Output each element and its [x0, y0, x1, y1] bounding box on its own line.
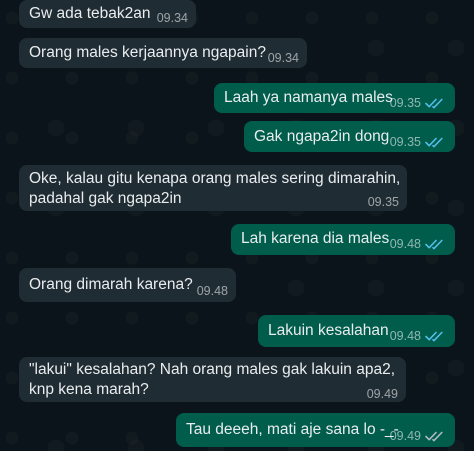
message-outgoing[interactable]: Lakuin kesalahan 09.48 — [258, 315, 455, 347]
read-ticks-icon — [425, 137, 443, 148]
message-outgoing[interactable]: Laah ya namanya males 09.35 — [214, 83, 455, 113]
message-time: 09.35 — [367, 195, 399, 209]
read-ticks-icon — [425, 331, 443, 342]
delivered-ticks-icon — [425, 431, 443, 442]
message-meta: 09.49 — [367, 384, 398, 404]
read-ticks-icon — [425, 239, 443, 250]
message-meta: 09.35 — [390, 93, 447, 113]
message-time: 09.48 — [196, 284, 228, 298]
message-incoming[interactable]: Orang dimarah karena? 09.48 — [19, 268, 236, 302]
message-meta: 09.48 — [390, 326, 447, 346]
message-meta: 09.49 — [390, 426, 447, 446]
message-time: 09.34 — [267, 51, 299, 65]
message-text: Tau deeeh, mati aje sana lo -_- — [186, 421, 399, 438]
message-text: "lakui" kesalahan? Nah orang males gak l… — [29, 361, 396, 398]
message-incoming[interactable]: Oke, kalau gitu kenapa orang males serin… — [19, 165, 407, 211]
message-time: 09.34 — [156, 11, 188, 25]
message-text: Gak ngapa2in dong — [254, 128, 390, 145]
message-text: Orang dimarah karena? — [29, 276, 193, 293]
message-text: Laah ya namanya males — [224, 89, 393, 106]
message-meta: 09.48 — [390, 234, 447, 254]
message-meta: 09.34 — [157, 8, 188, 28]
message-text: Lakuin kesalahan — [268, 322, 389, 339]
message-time: 09.48 — [389, 329, 421, 343]
message-outgoing[interactable]: Gak ngapa2in dong 09.35 — [244, 121, 455, 152]
message-meta: 09.35 — [390, 132, 447, 152]
message-outgoing[interactable]: Lah karena dia males 09.48 — [231, 224, 455, 255]
message-meta: 09.35 — [368, 192, 399, 212]
message-time: 09.49 — [389, 429, 421, 443]
message-outgoing[interactable]: Tau deeeh, mati aje sana lo -_- 09.49 — [176, 413, 455, 447]
message-incoming[interactable]: Orang males kerjaannya ngapain? 09.34 — [19, 38, 307, 68]
message-meta: 09.48 — [197, 281, 228, 301]
message-text: Gw ada tebak2an — [29, 5, 151, 22]
message-incoming[interactable]: "lakui" kesalahan? Nah orang males gak l… — [19, 357, 406, 402]
message-text: Lah karena dia males — [241, 230, 390, 247]
message-meta: 09.34 — [268, 48, 299, 68]
read-ticks-icon — [425, 98, 443, 109]
message-text: Orang males kerjaannya ngapain? — [29, 44, 266, 61]
message-time: 09.48 — [389, 237, 421, 251]
message-incoming[interactable]: Gw ada tebak2an 09.34 — [19, 0, 196, 28]
message-text: Oke, kalau gitu kenapa orang males serin… — [29, 170, 401, 207]
message-time: 09.35 — [389, 135, 421, 149]
message-time: 09.35 — [389, 96, 421, 110]
message-time: 09.49 — [366, 387, 398, 401]
